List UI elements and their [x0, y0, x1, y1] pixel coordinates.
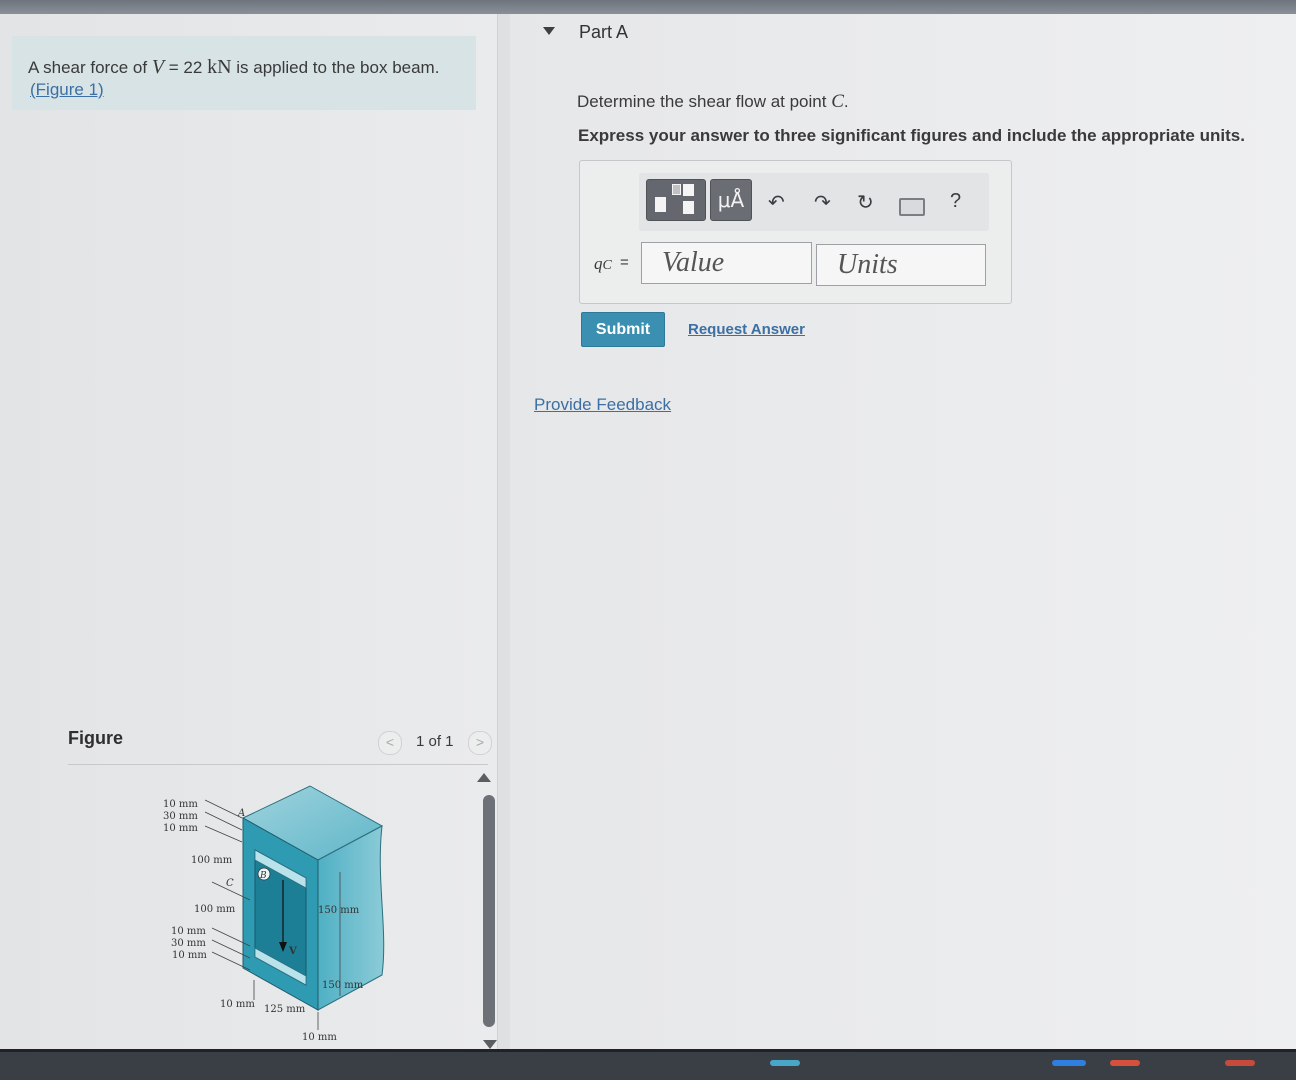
box-beam-diagram: 10 mm 30 mm 10 mm 100 mm 100 mm 10 mm 30…	[163, 785, 385, 1043]
dim-depth-1: 150 mm	[318, 905, 360, 916]
shear-variable: V	[151, 56, 165, 78]
dim-bottom-3: 10 mm	[172, 950, 207, 961]
units-symbol-button[interactable]: μÅ	[710, 179, 752, 221]
problem-statement: A shear force of V = 22 kN is applied to…	[12, 36, 476, 110]
provide-feedback-link[interactable]: Provide Feedback	[534, 395, 671, 415]
dim-width-3: 10 mm	[302, 1032, 337, 1043]
dim-width-1: 10 mm	[220, 999, 255, 1010]
reset-icon[interactable]: ↻	[857, 190, 874, 214]
redo-icon[interactable]: ↷	[814, 190, 831, 214]
figure-link[interactable]: (Figure 1)	[30, 80, 104, 100]
scroll-up-arrow-icon[interactable]	[477, 773, 491, 782]
taskbar	[0, 1049, 1296, 1080]
dim-top-1: 10 mm	[163, 799, 198, 810]
units-input[interactable]	[816, 244, 986, 286]
figure-pager: 1 of 1	[416, 733, 454, 750]
shear-value: = 22	[168, 58, 203, 77]
value-input[interactable]	[641, 242, 812, 284]
figure-scrollbar[interactable]	[483, 795, 495, 1027]
point-c-label: C	[226, 878, 234, 889]
templates-button[interactable]	[646, 179, 706, 221]
help-icon[interactable]: ?	[950, 190, 961, 213]
question-point: C	[831, 91, 844, 112]
question-instruction: Express your answer to three significant…	[578, 126, 1245, 145]
question-suffix: .	[843, 92, 849, 111]
part-title[interactable]: Part A	[579, 22, 628, 43]
dim-width-2: 125 mm	[264, 1004, 306, 1015]
force-label: V	[288, 946, 297, 957]
dim-top-3: 10 mm	[163, 823, 198, 834]
dim-top-2: 30 mm	[163, 811, 198, 822]
dim-height-1: 100 mm	[191, 855, 233, 866]
problem-text: A shear force of V = 22 kN is applied to…	[28, 56, 439, 79]
keyboard-icon[interactable]	[899, 198, 925, 216]
point-b-label: B	[259, 871, 267, 881]
dim-depth-2: 150 mm	[322, 980, 364, 991]
submit-button[interactable]: Submit	[581, 312, 665, 347]
dim-height-2: 100 mm	[194, 904, 236, 915]
figure-prev-button[interactable]: <	[378, 731, 402, 755]
panel-divider[interactable]	[497, 14, 511, 1052]
prompt-suffix: is applied to the box beam.	[236, 58, 440, 77]
figure-heading: Figure	[68, 728, 124, 748]
question-prefix: Determine the shear flow at point	[577, 92, 827, 111]
point-a-label: A	[237, 808, 245, 819]
answer-label: qC	[594, 254, 612, 273]
figure-next-button[interactable]: >	[468, 731, 492, 755]
question-text: Determine the shear flow at point C.	[577, 91, 849, 113]
shear-unit: kN	[207, 56, 232, 78]
collapse-caret-icon[interactable]	[543, 27, 555, 35]
dim-bottom-1: 10 mm	[171, 926, 206, 937]
dim-bottom-2: 30 mm	[171, 938, 206, 949]
browser-top-edge	[0, 0, 1296, 14]
scroll-down-arrow-icon[interactable]	[483, 1040, 497, 1049]
answer-equals: =	[620, 254, 629, 271]
prompt-prefix: A shear force of	[28, 58, 148, 77]
undo-icon[interactable]: ↶	[768, 190, 785, 214]
figure-divider	[68, 764, 488, 765]
request-answer-link[interactable]: Request Answer	[688, 321, 805, 338]
